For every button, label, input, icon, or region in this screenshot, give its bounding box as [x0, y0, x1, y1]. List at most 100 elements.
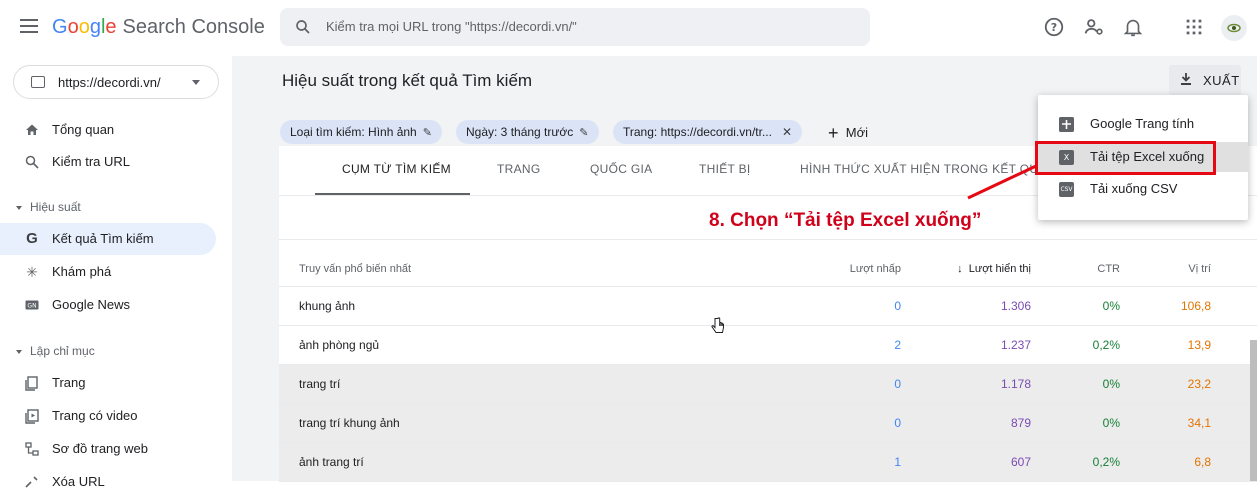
export-button[interactable]: XUẤT — [1169, 65, 1241, 95]
top-app-bar: Google Search Console Kiểm tra mọi URL tr… — [0, 0, 1257, 56]
cell-position: 106,8 — [1180, 299, 1211, 313]
cell-ctr: 0,2% — [1092, 338, 1120, 352]
cell-ctr: 0,2% — [1092, 455, 1120, 469]
filter-chip-date[interactable]: Ngày: 3 tháng trước ✎ — [456, 120, 599, 144]
annotation-arrow — [967, 164, 1037, 200]
column-header-query[interactable]: Truy vấn phổ biến nhất — [299, 263, 411, 275]
divider — [279, 239, 1257, 240]
cell-clicks: 0 — [894, 377, 901, 391]
account-avatar[interactable] — [1221, 15, 1247, 41]
sidebar-item-label: Sơ đồ trang web — [52, 441, 148, 456]
menu-item-download-csv[interactable]: CSV Tải xuống CSV — [1038, 174, 1248, 204]
property-icon — [31, 76, 45, 88]
table-row[interactable]: trang trí 0 1.178 0% 23,2 — [279, 365, 1257, 404]
filter-chip-label: Trang: https://decordi.vn/tr... — [623, 125, 772, 139]
svg-text:GN: GN — [27, 303, 36, 310]
logo-letter: G — [52, 16, 68, 38]
cell-impressions: 1.306 — [1000, 299, 1031, 313]
add-filter-label: Mới — [845, 125, 868, 140]
tab-countries[interactable]: QUỐC GIA — [590, 162, 652, 176]
property-selector[interactable]: https://decordi.vn/ — [13, 65, 219, 99]
menu-icon[interactable] — [20, 19, 38, 33]
section-label: Hiệu suất — [30, 200, 81, 214]
sidebar-item-overview[interactable]: Tổng quan — [0, 114, 216, 146]
table-row[interactable]: ảnh trang trí 1 607 0,2% 6,8 — [279, 443, 1257, 482]
column-header-label: Lượt hiển thị — [968, 263, 1031, 275]
home-icon — [26, 124, 38, 135]
cell-query: ảnh trang trí — [299, 455, 364, 469]
app-logo[interactable]: Google Search Console — [52, 16, 265, 39]
plus-icon: + — [828, 123, 839, 143]
filter-chip-page[interactable]: Trang: https://decordi.vn/tr... ✕ — [613, 120, 803, 144]
pages-icon — [25, 376, 38, 391]
sidebar-item-label: Xóa URL — [52, 474, 105, 489]
sidebar-item-label: Trang có video — [52, 408, 138, 423]
filter-chip-label: Ngày: 3 tháng trước — [466, 125, 574, 139]
section-label: Lập chỉ mục — [30, 344, 95, 358]
sidebar-item-label: Trang — [52, 375, 86, 390]
search-placeholder: Kiểm tra mọi URL trong "https://decordi.… — [326, 19, 577, 34]
menu-item-google-sheets[interactable]: Google Trang tính — [1038, 109, 1248, 139]
column-header-clicks[interactable]: Lượt nhấp — [850, 263, 901, 275]
tab-devices[interactable]: THIẾT BỊ — [699, 162, 751, 176]
users-settings-icon[interactable] — [1083, 16, 1105, 38]
cell-clicks: 2 — [894, 338, 901, 352]
logo-letter: e — [105, 16, 117, 38]
table-row[interactable]: khung ảnh 0 1.306 0% 106,8 — [279, 287, 1257, 326]
logo-letter: o — [67, 16, 79, 38]
filter-chip-search-type[interactable]: Loại tìm kiếm: Hình ảnh ✎ — [280, 120, 442, 144]
eye-icon — [1227, 23, 1241, 33]
cell-ctr: 0% — [1102, 416, 1120, 430]
apps-grid-icon[interactable] — [1183, 16, 1205, 38]
sidebar-item-label: Khám phá — [52, 264, 112, 279]
table-row[interactable]: trang trí khung ảnh 0 879 0% 34,1 — [279, 404, 1257, 443]
sidebar-item-sitemaps[interactable]: Sơ đồ trang web — [0, 433, 216, 465]
help-icon[interactable]: ? — [1043, 16, 1065, 38]
search-icon — [296, 20, 310, 34]
download-icon — [1181, 73, 1191, 85]
edit-icon[interactable]: ✎ — [423, 127, 432, 139]
sidebar-item-google-news[interactable]: GN Google News — [0, 289, 216, 321]
scrollbar[interactable] — [1250, 340, 1257, 481]
logo-letter: g — [89, 16, 101, 38]
tab-pages[interactable]: TRANG — [497, 162, 541, 176]
csv-icon: CSV — [1059, 182, 1074, 197]
table-row[interactable]: ảnh phòng ngủ 2 1.237 0,2% 13,9 — [279, 326, 1257, 365]
url-inspect-search[interactable]: Kiểm tra mọi URL trong "https://decordi.… — [280, 8, 870, 46]
menu-item-label: Tải xuống CSV — [1090, 181, 1178, 196]
search-icon — [25, 155, 39, 169]
video-page-icon — [25, 409, 39, 424]
sidebar-item-removals[interactable]: Xóa URL — [0, 466, 216, 498]
notifications-icon[interactable] — [1122, 16, 1144, 38]
remove-icon — [25, 476, 38, 488]
sidebar-item-search-results[interactable]: G Kết quả Tìm kiếm — [0, 223, 216, 255]
add-filter-button[interactable]: + Mới — [828, 123, 868, 144]
section-indexing[interactable]: Lập chỉ mục — [16, 344, 95, 358]
sidebar-item-label: Tổng quan — [52, 122, 115, 137]
news-icon: GN — [25, 300, 39, 310]
column-header-impressions[interactable]: ↓ Lượt hiển thị — [957, 263, 1031, 275]
sidebar-item-label: Google News — [52, 297, 131, 312]
filter-chip-label: Loại tìm kiếm: Hình ảnh — [290, 125, 417, 139]
column-header-ctr[interactable]: CTR — [1097, 263, 1120, 275]
sidebar-item-pages[interactable]: Trang — [0, 367, 216, 399]
sidebar-item-discover[interactable]: ✳ Khám phá — [0, 256, 216, 288]
edit-icon[interactable]: ✎ — [579, 127, 588, 139]
sidebar-item-label: Kết quả Tìm kiếm — [52, 231, 154, 246]
table-header: Truy vấn phổ biến nhất Lượt nhấp ↓ Lượt … — [279, 252, 1257, 288]
tab-queries[interactable]: CỤM TỪ TÌM KIẾM — [342, 162, 451, 176]
column-header-position[interactable]: Vị trí — [1188, 263, 1211, 275]
section-performance[interactable]: Hiệu suất — [16, 200, 81, 214]
cell-impressions: 1.178 — [1000, 377, 1031, 391]
sort-desc-icon: ↓ — [957, 263, 963, 275]
cell-query: ảnh phòng ngủ — [299, 338, 380, 352]
asterisk-icon: ✳ — [26, 264, 38, 280]
svg-text:?: ? — [1051, 21, 1057, 34]
sidebar-item-url-inspection[interactable]: Kiểm tra URL — [0, 146, 216, 178]
sidebar-item-video-pages[interactable]: Trang có video — [0, 400, 216, 432]
close-icon[interactable]: ✕ — [782, 125, 792, 139]
cell-clicks: 1 — [894, 455, 901, 469]
cell-position: 6,8 — [1194, 455, 1211, 469]
product-name: Search Console — [122, 16, 265, 38]
cell-position: 13,9 — [1187, 338, 1211, 352]
